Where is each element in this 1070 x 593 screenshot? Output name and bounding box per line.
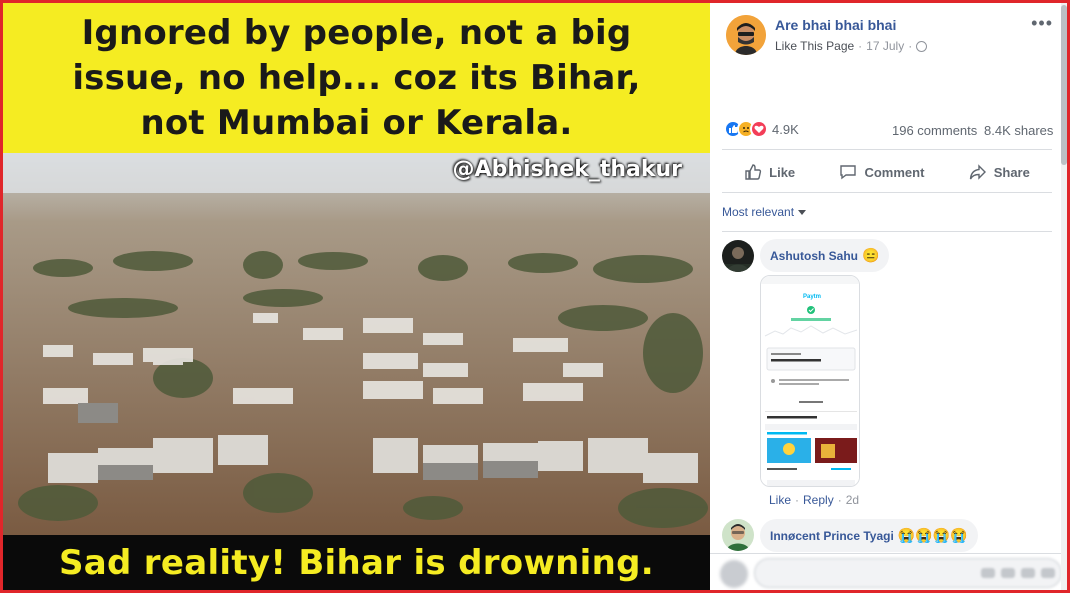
share-button[interactable]: Share	[969, 163, 1030, 181]
like-page-link[interactable]: Like This Page	[775, 39, 854, 53]
share-label: Share	[993, 164, 1030, 180]
meta-separator: ·	[858, 39, 863, 53]
comment-icon	[840, 165, 857, 180]
comment-sort-dropdown[interactable]: Most relevant	[722, 205, 807, 219]
composer-icons	[981, 568, 1055, 578]
divider	[722, 149, 1052, 150]
commenter-avatar[interactable]	[722, 519, 754, 551]
comment-author[interactable]: Ashutosh Sahu	[770, 249, 858, 263]
comment-button[interactable]: Comment	[839, 163, 924, 181]
more-options-button[interactable]: •••	[1031, 13, 1053, 34]
meta-separator: ·	[837, 493, 842, 507]
camera-icon[interactable]	[1001, 568, 1015, 578]
comment-reply-link[interactable]: Reply	[803, 493, 834, 507]
globe-icon	[916, 40, 928, 52]
user-avatar	[720, 560, 748, 588]
svg-text:Paytm: Paytm	[803, 294, 821, 300]
like-button[interactable]: Like	[744, 163, 795, 181]
post-meta: Like This Page · 17 July ·	[775, 39, 928, 53]
comment-bubble: Innøcent Prince Tyagi 😭😭😭😭	[760, 519, 978, 552]
comments-count[interactable]: 196 comments	[892, 123, 977, 138]
caret-down-icon	[798, 210, 807, 216]
comment-composer	[710, 553, 1067, 590]
love-reaction-icon	[750, 120, 768, 138]
comment-image[interactable]: Paytm	[760, 275, 860, 487]
comment-meta: Like · Reply · 2d	[769, 493, 859, 507]
meta-separator: ·	[795, 493, 800, 507]
scrollbar[interactable]	[1061, 3, 1067, 590]
meme-bottom-banner: Sad reality! Bihar is drowning.	[3, 535, 710, 590]
meme-top-caption: Ignored by people, not a big issue, no h…	[72, 12, 641, 143]
post-date[interactable]: 17 July	[866, 39, 904, 53]
flood-photo-illustration	[3, 153, 710, 535]
comment-bubble: Ashutosh Sahu 😑	[760, 239, 890, 272]
comment-emoji: 😑	[862, 247, 880, 263]
divider	[722, 192, 1052, 193]
post-panel: Are bhai bhai bhai Like This Page · 17 J…	[710, 3, 1067, 590]
emoji-icon[interactable]	[981, 568, 995, 578]
like-label: Like	[769, 164, 796, 180]
flood-photo: @Abhishek_thakur	[3, 153, 710, 535]
comment-label: Comment	[864, 164, 925, 180]
commenter-avatar[interactable]	[722, 240, 754, 272]
reaction-count: 4.9K	[772, 121, 799, 137]
sort-label: Most relevant	[722, 205, 795, 219]
watermark: @Abhishek_thakur	[452, 157, 682, 182]
comment-emoji: 😭😭😭😭	[897, 527, 968, 543]
reactions-summary[interactable]: 4.9K	[724, 120, 799, 138]
shares-count[interactable]: 8.4K shares	[984, 123, 1053, 138]
divider	[722, 231, 1052, 232]
gif-icon[interactable]	[1021, 568, 1035, 578]
thumbs-up-icon	[745, 164, 762, 180]
meme-bottom-caption: Sad reality! Bihar is drowning.	[59, 542, 654, 583]
post-image[interactable]: Ignored by people, not a big issue, no h…	[3, 3, 710, 590]
comment-age[interactable]: 2d	[846, 493, 859, 507]
sticker-icon[interactable]	[1041, 568, 1055, 578]
meta-separator: ·	[908, 39, 913, 53]
meme-top-banner: Ignored by people, not a big issue, no h…	[3, 3, 710, 153]
comment-author[interactable]: Innøcent Prince Tyagi	[770, 529, 894, 543]
masked-man-avatar-icon[interactable]	[726, 15, 766, 55]
share-icon	[969, 164, 986, 180]
post-actions: Like Comment Share	[722, 153, 1052, 191]
scrollbar-thumb[interactable]	[1061, 5, 1067, 165]
page-name[interactable]: Are bhai bhai bhai	[775, 17, 896, 33]
comment-like-link[interactable]: Like	[769, 493, 791, 507]
